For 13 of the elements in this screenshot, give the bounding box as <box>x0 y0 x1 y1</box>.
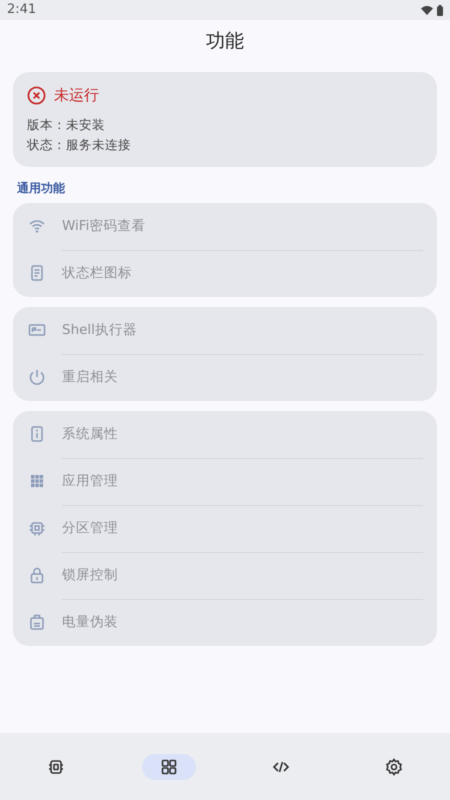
page-title: 功能 <box>206 28 244 54</box>
clock: 2:41 <box>7 1 36 20</box>
status-text: 版本：未安装 <box>27 116 106 134</box>
grid-icon <box>158 756 179 776</box>
status-text: 状态：服务未连接 <box>27 136 132 154</box>
section-label: 通用功能 <box>17 180 66 196</box>
settings-icon <box>384 756 404 776</box>
power-icon <box>27 367 47 387</box>
battery-icon <box>437 4 443 16</box>
error-icon <box>27 86 46 105</box>
status-title: 未运行 <box>54 85 99 106</box>
wifi-icon <box>421 6 433 14</box>
nav-tab[interactable] <box>142 754 196 780</box>
